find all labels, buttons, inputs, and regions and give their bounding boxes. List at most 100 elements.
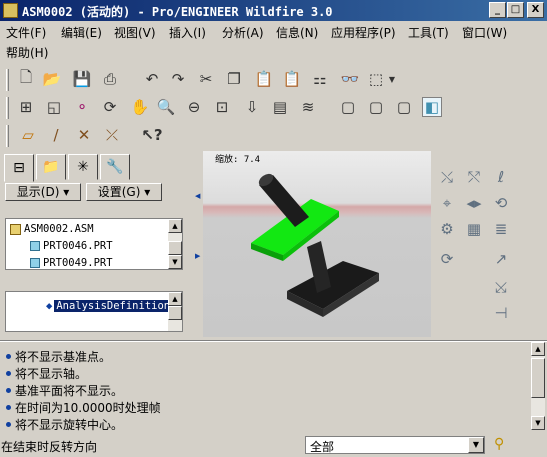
pan-hand-icon[interactable]: ✋ [130,97,150,117]
minimize-button[interactable]: _ [489,2,506,18]
selection-filter-select[interactable]: 全部 ▼ [305,436,485,454]
display-dropdown-button[interactable]: 显示(D) ▾ [5,183,81,201]
toolbar-grip[interactable] [6,69,9,91]
menu-tools[interactable]: 工具(T) [408,24,449,41]
datum-plane-display-icon[interactable]: ▱ [18,125,38,145]
scroll-thumb[interactable] [168,306,182,320]
tree-item-assembly[interactable]: ASM0002.ASM [10,223,94,235]
scroll-up-button[interactable]: ▲ [168,219,182,233]
panel-splitter[interactable]: ◀ ▶ [194,152,202,338]
redo-icon[interactable]: ↷ [168,69,188,89]
shading-icon[interactable]: ◧ [422,97,442,117]
splitter-arrow-icon[interactable]: ▶ [195,252,200,260]
message-scrollbar[interactable]: ▲ ▼ [531,342,545,430]
undo-icon[interactable]: ↶ [142,69,162,89]
orient-icon[interactable]: ⟳ [100,97,120,117]
menu-help[interactable]: 帮助(H) [6,44,48,61]
new-file-icon[interactable]: 🗋 [16,68,36,89]
find-binoculars-icon[interactable]: 👓 [340,69,360,89]
playback-icon[interactable]: ⤩ [490,276,512,298]
tree-item-part-1[interactable]: PRT0046.PRT [30,240,113,252]
scroll-up-button[interactable]: ▲ [531,342,545,356]
wireframe-icon[interactable]: ▢ [338,97,358,117]
motor-icon[interactable]: ⤯ [436,166,458,188]
scroll-down-button[interactable]: ▼ [531,416,545,430]
connection-icon[interactable]: ≣ [490,218,512,240]
hidden-line-icon[interactable]: ▢ [366,97,386,117]
select-box-icon[interactable]: ⬚ [366,69,386,89]
tree-scrollbar[interactable]: ▲ ▼ [168,219,182,269]
layers-icon[interactable]: ≋ [298,97,318,117]
datum-axis-display-icon[interactable]: / [46,125,66,145]
repaint-icon[interactable]: ◱ [44,97,64,117]
zoom-out-icon[interactable]: ⊖ [184,97,204,117]
scroll-up-button[interactable]: ▲ [168,292,182,306]
tab-favorites[interactable]: ✳ [68,154,98,180]
tab-model-tree[interactable]: ⊟ [4,154,34,182]
zoom-in-icon[interactable]: 🔍 [156,97,176,117]
menu-info[interactable]: 信息(N) [276,24,318,41]
menu-insert[interactable]: 插入(I) [169,24,206,41]
save-icon[interactable]: 💾 [72,69,92,89]
tree-item-part-2[interactable]: PRT0049.PRT [30,257,113,269]
scroll-thumb[interactable] [168,241,182,255]
mechanism-run-icon[interactable]: ⟳ [436,248,458,270]
menu-analysis[interactable]: 分析(A) [222,24,264,41]
spin-center-icon[interactable]: ⚬ [72,97,92,117]
toolbar-grip[interactable] [6,97,9,119]
regenerate-icon[interactable]: ⚏ [310,69,330,89]
gear-icon[interactable]: ⚙ [436,218,458,240]
analysis-icon[interactable]: ↗ [490,248,512,270]
saved-views-icon[interactable]: ▤ [270,97,290,117]
scroll-down-button[interactable]: ▼ [168,255,182,269]
gravity-icon[interactable]: ⟲ [490,192,512,214]
tab-folder-browser[interactable]: 📁 [36,154,66,180]
selection-indicator-icon[interactable]: ⚲ [494,436,504,452]
force-icon[interactable]: ◂▸ [463,192,485,214]
divider[interactable] [0,340,547,342]
status-hint: 在结束时反转方向 [1,440,98,454]
chevron-down-icon[interactable]: ▼ [468,437,484,453]
spring-icon[interactable]: ℓ [490,166,512,188]
model-tree: ASM0002.ASM PRT0046.PRT PRT0049.PRT ▲ ▼ [5,218,183,270]
damper-icon[interactable]: ⌖ [436,192,458,214]
message-area: 将不显示基准点。 将不显示轴。 基准平面将不显示。 在时间为10.0000时处理… [0,340,547,432]
tab-connections[interactable]: 🔧 [100,154,130,180]
status-bar: 在结束时反转方向 全部 ▼ ⚲ [0,433,547,457]
toolbar-grip[interactable] [6,125,9,147]
reorient-icon[interactable]: ⇩ [242,97,262,117]
splitter-arrow-icon[interactable]: ◀ [195,192,200,200]
refit-icon[interactable]: ⊡ [212,97,232,117]
graphics-window[interactable]: 缩放: 7.4 [203,151,431,337]
cut-icon[interactable]: ✂ [196,69,216,89]
print-icon[interactable]: ⎙ [100,69,120,89]
menu-file[interactable]: 文件(F) [6,24,46,41]
toolbar-row-3: ▱ / ✕ ⤫ ↖? [0,122,180,150]
close-button[interactable]: X [527,2,544,18]
context-help-icon[interactable]: ↖? [141,125,162,145]
chevron-down-icon[interactable]: ▼ [386,69,398,89]
menu-edit[interactable]: 编辑(E) [61,24,102,41]
menu-applications[interactable]: 应用程序(P) [331,24,396,41]
tree-item-analysis-definition[interactable]: ◆ AnalysisDefinition [46,300,173,312]
bullet-icon [6,422,11,427]
csys-display-icon[interactable]: ⤫ [102,125,122,145]
scroll-thumb[interactable] [531,358,545,398]
maximize-button[interactable]: □ [507,2,524,18]
bullet-icon [6,371,11,376]
paste-special-icon[interactable]: 📋 [282,69,302,89]
copy-icon[interactable]: ❐ [224,69,244,89]
settings-dropdown-button[interactable]: 设置(G) ▾ [86,183,162,201]
menu-view[interactable]: 视图(V) [114,24,156,41]
no-hidden-icon[interactable]: ▢ [394,97,414,117]
mechanism-toolbar: ⤯ ⤲ ℓ ⌖ ◂▸ ⟲ ⚙ ▦ ≣ ⟳ ↗ ⤩ ⊣ [433,152,547,338]
paste-icon[interactable]: 📋 [254,69,274,89]
point-display-icon[interactable]: ✕ [74,125,94,145]
bullet-icon [6,354,11,359]
servo-icon[interactable]: ⤲ [463,166,485,188]
model-tree-icon[interactable]: ⊞ [16,97,36,117]
analysis-tree-scrollbar[interactable]: ▲ [168,292,182,331]
open-folder-icon[interactable]: 📂 [42,69,62,89]
joint-icon[interactable]: ▦ [463,218,485,240]
menu-window[interactable]: 窗口(W) [462,24,507,41]
